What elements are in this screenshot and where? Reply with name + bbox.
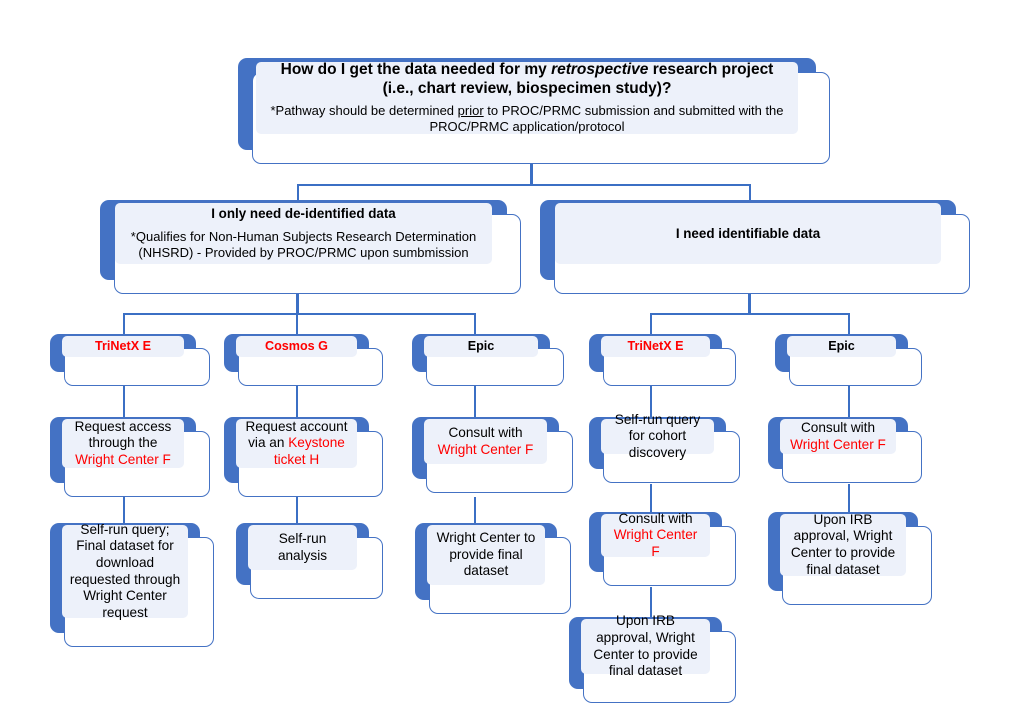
node-trinetx-deid-step1[interactable]: Request access through the Wright Center… (50, 417, 210, 497)
connector-trinetx-ident-2 (650, 484, 652, 513)
step-text-accent: Wright Center F (75, 451, 171, 467)
step-text: Self-run analysis (277, 530, 328, 563)
node-content: TriNetX E (601, 336, 710, 357)
root-heading: How do I get the data needed for my retr… (280, 61, 774, 97)
header-label: Epic (828, 339, 855, 354)
flowchart-canvas: How do I get the data needed for my retr… (0, 0, 1028, 716)
node-content: I need identifiable data (555, 203, 941, 264)
node-trinetx-deid-step2[interactable]: Self-run query; Final dataset for downlo… (50, 521, 214, 647)
node-content: Wright Center to provide final dataset (427, 525, 545, 585)
node-content: Self-run analysis (248, 525, 357, 570)
step-text-accent: Wright Center F (437, 441, 534, 457)
step-text: Request account via an Keystone ticket H (245, 418, 348, 467)
node-epic-ident-step1[interactable]: Consult with Wright Center F (768, 417, 922, 483)
node-header-epic-ident[interactable]: Epic (775, 334, 922, 386)
header-label: Epic (467, 339, 495, 354)
node-trinetx-ident-step3[interactable]: Upon IRB approval, Wright Center to prov… (569, 613, 736, 703)
connector-to-trinetx-ident (650, 313, 652, 335)
connector-cosmos-1 (296, 385, 298, 418)
step-text-accent: Wright Center F (790, 436, 886, 452)
node-content: Upon IRB approval, Wright Center to prov… (581, 613, 710, 678)
node-deidentified-branch[interactable]: I only need de-identified data *Qualifie… (100, 200, 521, 294)
node-content: How do I get the data needed for my retr… (256, 61, 798, 135)
node-content: Upon IRB approval, Wright Center to prov… (780, 511, 906, 577)
node-header-epic-deid[interactable]: Epic (412, 334, 564, 386)
step-text: Upon IRB approval, Wright Center to prov… (790, 511, 896, 577)
node-content: Consult with Wright Center F (424, 419, 547, 464)
node-root-question[interactable]: How do I get the data needed for my retr… (238, 58, 830, 164)
node-content: Request access through the Wright Center… (62, 419, 184, 468)
root-heading-italic: retrospective (551, 61, 649, 79)
node-trinetx-ident-step1[interactable]: Self-run query for cohort discovery (589, 412, 740, 483)
connector-root-stem (530, 163, 533, 185)
step-text: Consult with Wright Center F (790, 419, 886, 452)
node-epic-deid-step1[interactable]: Consult with Wright Center F (412, 417, 573, 493)
node-content: I only need de-identified data *Qualifie… (115, 203, 492, 264)
node-cosmos-step2[interactable]: Self-run analysis (236, 523, 383, 599)
node-epic-ident-step2[interactable]: Upon IRB approval, Wright Center to prov… (768, 511, 932, 605)
step-text: Request access through the Wright Center… (74, 418, 172, 467)
node-cosmos-step1[interactable]: Request account via an Keystone ticket H (224, 417, 383, 497)
step-text: Consult with Wright Center F (437, 424, 534, 457)
deidentified-title: I only need de-identified data (211, 206, 396, 222)
node-trinetx-ident-step2[interactable]: Consult with Wright Center F (589, 511, 736, 586)
node-content: Consult with Wright Center F (601, 511, 710, 559)
node-content: Self-run query; Final dataset for downlo… (62, 521, 188, 620)
connector-trinetx-deid-2 (123, 497, 125, 524)
node-header-trinetx-ident[interactable]: TriNetX E (589, 334, 736, 386)
connector-cosmos-2 (296, 497, 298, 524)
step-text: Self-run query for cohort discovery (614, 411, 701, 460)
connector-epic-deid-1 (474, 385, 476, 418)
step-text: Consult with Wright Center F (613, 510, 698, 559)
node-content: Cosmos G (236, 336, 357, 357)
root-note: *Pathway should be determined prior to P… (270, 103, 784, 135)
connector-epic-ident-2 (848, 484, 850, 513)
node-header-cosmos[interactable]: Cosmos G (224, 334, 383, 386)
node-content: TriNetX E (62, 336, 184, 357)
step-text: Self-run query; Final dataset for downlo… (69, 521, 181, 620)
connector-to-epic-deid (474, 313, 476, 335)
connector-to-trinetx-deid (123, 313, 125, 335)
connector-epic-deid-2 (474, 497, 476, 524)
step-text-accent: Wright Center F (613, 527, 698, 559)
connector-to-epic-ident (848, 313, 850, 335)
connector-level1-bar (297, 184, 751, 186)
node-identifiable-branch[interactable]: I need identifiable data (540, 200, 970, 294)
connector-ident-bar (650, 313, 850, 315)
step-text: Wright Center to provide final dataset (436, 530, 536, 579)
connector-identifiable-stem (748, 292, 751, 314)
node-content: Epic (424, 336, 538, 357)
node-content: Epic (787, 336, 896, 357)
connector-to-cosmos (296, 313, 298, 335)
node-content: Self-run query for cohort discovery (601, 412, 714, 460)
node-content: Consult with Wright Center F (780, 419, 896, 454)
connector-epic-ident-1 (848, 385, 850, 418)
deidentified-note: *Qualifies for Non-Human Subjects Resear… (130, 229, 477, 260)
node-header-trinetx-deid[interactable]: TriNetX E (50, 334, 210, 386)
header-label: Cosmos G (265, 339, 328, 354)
identifiable-title: I need identifiable data (675, 225, 821, 241)
step-text: Upon IRB approval, Wright Center to prov… (593, 613, 698, 679)
header-label: TriNetX E (627, 339, 684, 354)
node-epic-deid-step2[interactable]: Wright Center to provide final dataset (415, 523, 571, 614)
connector-trinetx-deid-1 (123, 385, 125, 418)
root-note-underline: prior (457, 103, 484, 119)
node-content: Request account via an Keystone ticket H (236, 419, 357, 468)
connector-deidentified-stem (296, 292, 299, 314)
header-label: TriNetX E (95, 339, 151, 354)
connector-deid-bar (123, 313, 476, 315)
